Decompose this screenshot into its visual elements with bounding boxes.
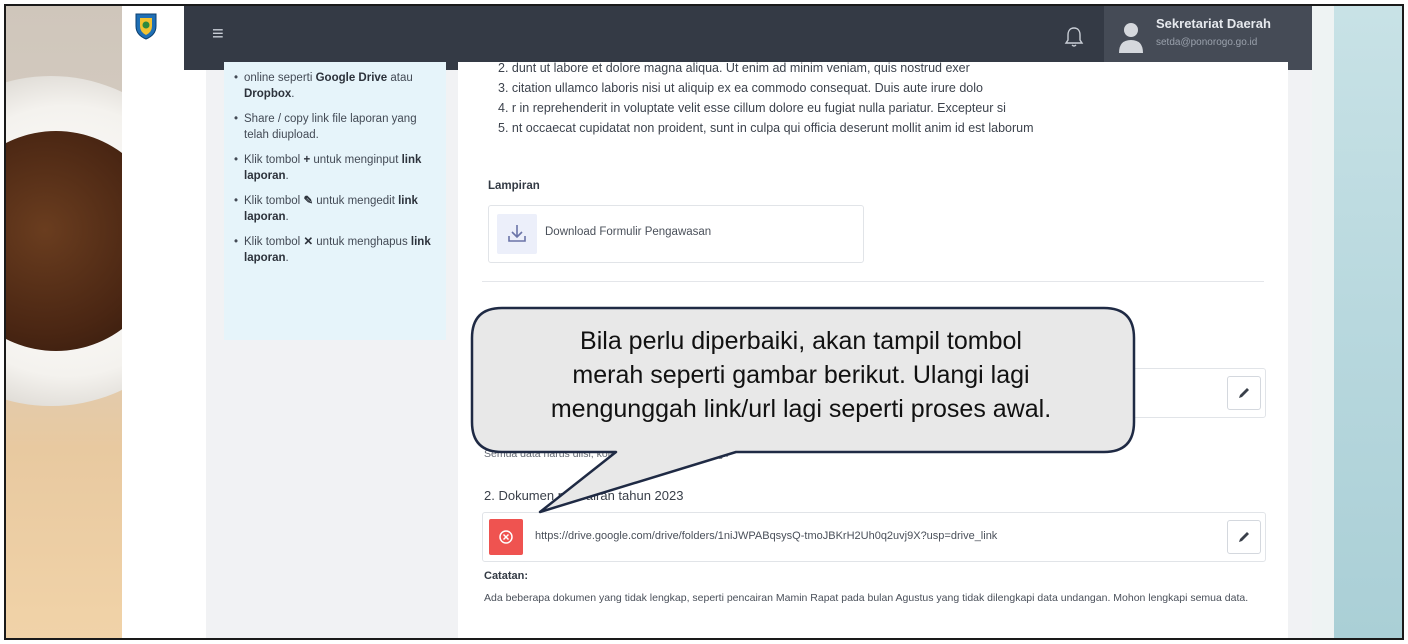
pencil-icon — [1239, 388, 1249, 398]
hamburger-icon[interactable]: ≡ — [212, 24, 224, 44]
download-icon — [508, 225, 526, 242]
instruction-item: 2. dunt ut labore et dolore magna aliqua… — [498, 61, 970, 75]
close-icon: ✕ — [303, 236, 314, 248]
callout-line: merah seperti gambar berikut. Ulangi lag… — [572, 361, 1030, 389]
help-item: Klik tombol ✕ untuk menghapus link lapor… — [234, 234, 438, 266]
note-label: Catatan: — [484, 570, 529, 582]
instruction-list: 2. dunt ut labore et dolore magna aliqua… — [498, 58, 1034, 138]
pencil-icon — [1239, 532, 1249, 542]
instruction-item: 5. nt occaecat cupidatat non proident, s… — [498, 121, 1034, 135]
callout-line: Bila perlu diperbaiki, akan tampil tombo… — [580, 327, 1022, 355]
error-status-button[interactable] — [489, 519, 523, 555]
help-list: online seperti Google Drive atau Dropbox… — [234, 70, 438, 275]
help-card: online seperti Google Drive atau Dropbox… — [224, 62, 446, 340]
instruction-item: 4. r in reprehenderit in voluptate velit… — [498, 101, 1006, 115]
user-avatar-icon — [1119, 23, 1143, 53]
desk-background-right — [1304, 6, 1402, 638]
bell-icon[interactable] — [1064, 26, 1084, 48]
ponorogo-logo-icon[interactable] — [134, 12, 158, 40]
attachments-label: Lampiran — [488, 180, 540, 192]
callout-line: mengunggah link/url lagi seperti proses … — [550, 395, 1052, 423]
edit-link-button[interactable] — [1227, 376, 1261, 410]
drive-link-text[interactable]: https://drive.google.com/drive/folders/1… — [535, 530, 997, 542]
instruction-item: 3. citation ullamco laboris nisi ut aliq… — [498, 81, 983, 95]
user-name: Sekretariat Daerah — [1156, 16, 1271, 31]
coffee-image — [6, 131, 122, 351]
help-item: Klik tombol ✎ untuk mengedit link lapora… — [234, 193, 438, 225]
help-item: Klik tombol + untuk menginput link lapor… — [234, 152, 438, 184]
user-email: setda@ponorogo.go.id — [1156, 37, 1258, 48]
desk-background-left — [6, 6, 122, 638]
screenshot-frame: ≡ Sekretariat Daerah setda@ponorogo.go.i… — [4, 4, 1404, 640]
callout-text: Bila perlu diperbaiki, akan tampil tombo… — [476, 324, 1126, 426]
download-form-button[interactable]: Download Formulir Pengawasan — [488, 205, 864, 263]
error-circle-x-icon — [499, 530, 513, 544]
user-menu[interactable]: Sekretariat Daerah setda@ponorogo.go.id — [1104, 6, 1312, 70]
divider — [482, 281, 1264, 282]
logo-column — [122, 6, 206, 638]
note-text: Ada beberapa dokumen yang tidak lengkap,… — [484, 592, 1249, 604]
help-item: Share / copy link file laporan yang tela… — [234, 111, 438, 143]
help-item: online seperti Google Drive atau Dropbox… — [234, 70, 438, 102]
download-icon-box — [497, 214, 537, 254]
download-label: Download Formulir Pengawasan — [545, 226, 712, 238]
pencil-icon: ✎ — [303, 195, 314, 207]
edit-link-button[interactable] — [1227, 520, 1261, 554]
